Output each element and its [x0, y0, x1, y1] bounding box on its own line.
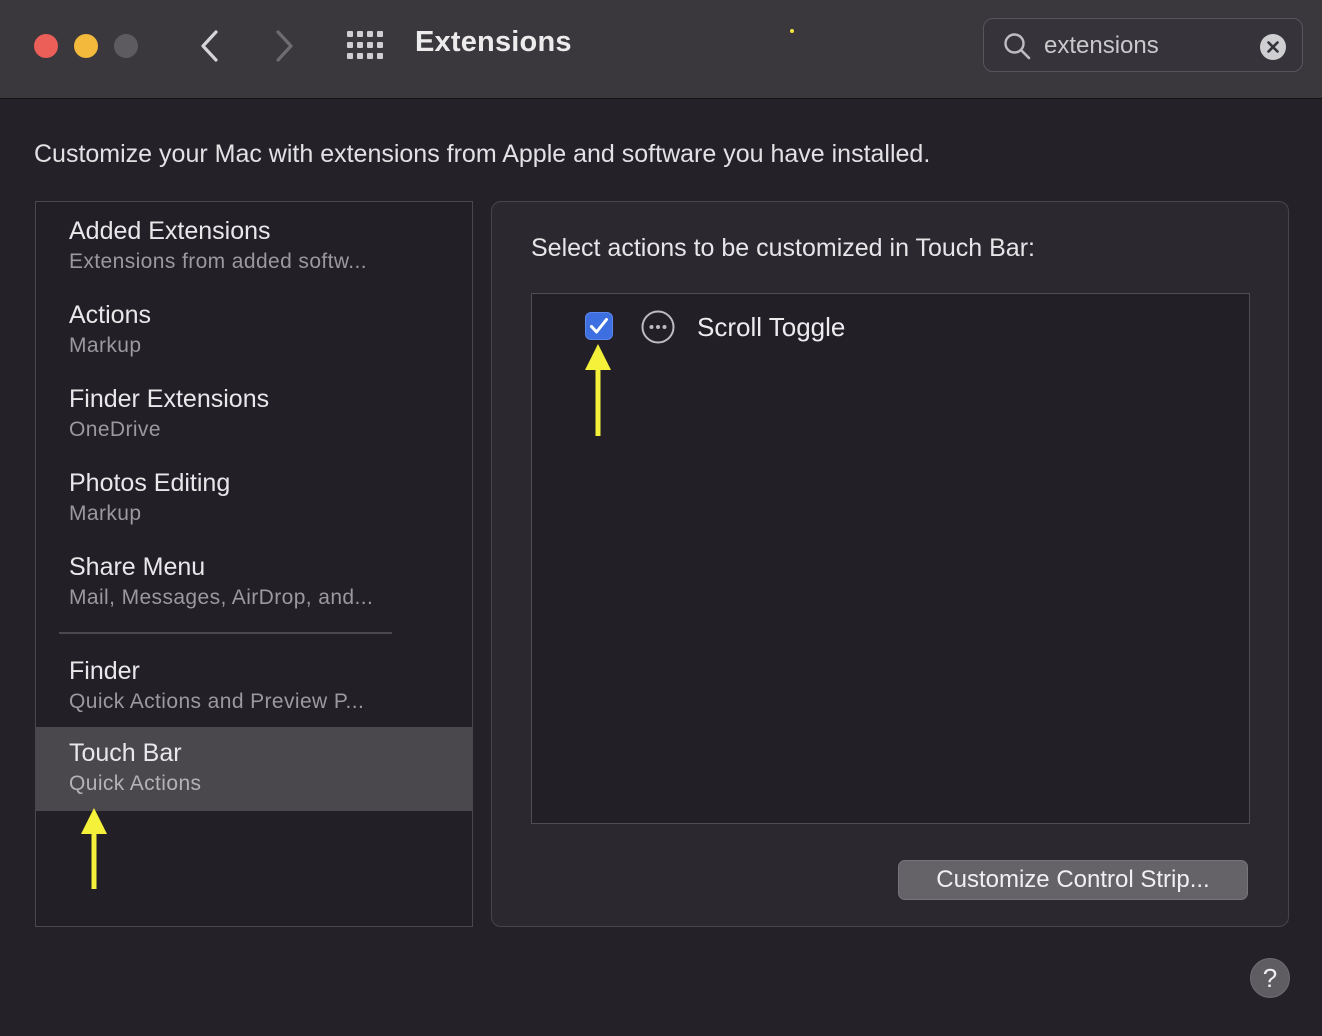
back-button[interactable]: [190, 26, 230, 66]
sidebar-item-name: Finder Extensions: [69, 385, 270, 413]
sidebar-item-subtitle: OneDrive: [69, 418, 161, 441]
minimize-window-button[interactable]: [74, 34, 98, 58]
show-all-button[interactable]: [346, 30, 386, 62]
sidebar-item-touch-bar[interactable]: Touch Bar Quick Actions: [36, 727, 472, 811]
sidebar-item-finder-extensions[interactable]: Finder Extensions OneDrive: [36, 373, 472, 457]
list-item[interactable]: Scroll Toggle: [532, 308, 1249, 348]
clear-x-icon: [1267, 41, 1279, 53]
help-button[interactable]: ?: [1250, 958, 1290, 998]
window-title: Extensions: [415, 26, 572, 58]
chevron-right-icon: [276, 30, 293, 62]
chevron-left-icon: [201, 30, 218, 62]
sidebar-item-actions[interactable]: Actions Markup: [36, 289, 472, 373]
search-field[interactable]: [983, 18, 1303, 72]
sidebar-divider: [59, 632, 392, 634]
search-icon: [1004, 33, 1031, 60]
zoom-window-button[interactable]: [114, 34, 138, 58]
sidebar-item-name: Photos Editing: [69, 469, 231, 497]
sidebar-item-subtitle: Markup: [69, 334, 142, 357]
annotation-arrow-up-icon: [81, 808, 107, 889]
sidebar-item-name: Finder: [69, 657, 140, 685]
sidebar-item-subtitle: Extensions from added softw...: [69, 250, 367, 273]
action-label: Scroll Toggle: [697, 312, 846, 342]
scroll-toggle-checkbox[interactable]: [585, 312, 613, 340]
sidebar-item-share-menu[interactable]: Share Menu Mail, Messages, AirDrop, and.…: [36, 541, 472, 625]
ellipsis-circle-icon: [641, 310, 675, 344]
panel-heading: Select actions to be customized in Touch…: [531, 234, 1035, 262]
annotation-arrow-up-icon: [585, 344, 611, 436]
clear-search-button[interactable]: [1260, 34, 1286, 60]
checkmark-icon: [590, 318, 608, 334]
sidebar-item-name: Touch Bar: [69, 739, 182, 767]
sidebar-item-subtitle: Quick Actions: [69, 772, 202, 795]
sidebar-item-finder[interactable]: Finder Quick Actions and Preview P...: [36, 645, 472, 729]
sidebar-item-photos-editing[interactable]: Photos Editing Markup: [36, 457, 472, 541]
touch-bar-panel: Select actions to be customized in Touch…: [491, 201, 1289, 927]
sidebar-item-subtitle: Mail, Messages, AirDrop, and...: [69, 586, 374, 609]
actions-list: Scroll Toggle: [531, 293, 1250, 824]
close-window-button[interactable]: [34, 34, 58, 58]
forward-button[interactable]: [264, 26, 304, 66]
sidebar-item-subtitle: Quick Actions and Preview P...: [69, 690, 365, 713]
sidebar-item-added-extensions[interactable]: Added Extensions Extensions from added s…: [36, 205, 472, 289]
sidebar-item-name: Added Extensions: [69, 217, 271, 245]
grid-icon: [347, 31, 383, 59]
pane-description: Customize your Mac with extensions from …: [34, 140, 931, 168]
cursor-dot: [790, 29, 794, 33]
titlebar: Extensions: [0, 0, 1322, 99]
system-preferences-window: Extensions Customize your Mac with exten…: [0, 0, 1322, 1036]
sidebar-item-name: Share Menu: [69, 553, 206, 581]
customize-control-strip-button[interactable]: Customize Control Strip...: [898, 860, 1248, 900]
sidebar-item-name: Actions: [69, 301, 151, 329]
search-input[interactable]: [1044, 29, 1244, 63]
sidebar-item-subtitle: Markup: [69, 502, 142, 525]
